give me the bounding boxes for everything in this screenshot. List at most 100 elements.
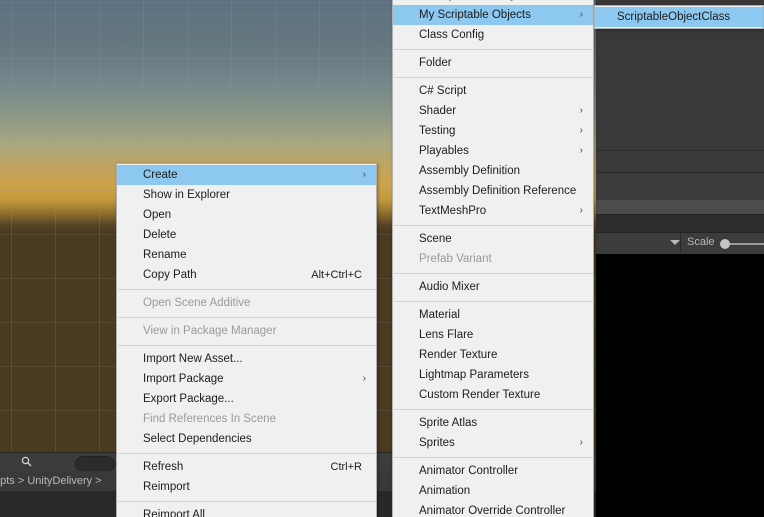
create-menu-item-render-texture[interactable]: Render Texture <box>393 345 593 365</box>
menu-item-label: Assembly Definition Reference <box>419 185 577 197</box>
menu-item-label: Select Dependencies <box>143 433 252 445</box>
menu-item-label: ScriptableObjectClass <box>617 11 731 23</box>
menu-separator <box>394 409 593 410</box>
menu-item-label: Lens Flare <box>419 329 474 341</box>
create-menu-item-animator-controller[interactable]: Animator Controller <box>393 461 593 481</box>
chevron-right-icon: › <box>579 205 583 216</box>
menu-item-label: Open Scene Additive <box>143 297 251 309</box>
menu-item-label: Audio Mixer <box>419 281 480 293</box>
context-menu-item-refresh[interactable]: Refresh Ctrl+R <box>117 457 376 477</box>
context-menu-item-view-in-package-manager: View in Package Manager <box>117 321 376 341</box>
context-menu-item-copy-path[interactable]: Copy Path Alt+Ctrl+C <box>117 265 376 285</box>
menu-item-label: Material <box>419 309 460 321</box>
create-menu-item-sprites[interactable]: Sprites › <box>393 433 593 453</box>
menu-item-label: Sprites <box>419 437 455 449</box>
right-panel-selected-row[interactable] <box>596 200 764 214</box>
context-menu-item-select-dependencies[interactable]: Select Dependencies <box>117 429 376 449</box>
menu-item-label: Shader <box>419 105 457 117</box>
menu-item-label: Lightmap Parameters <box>419 369 529 381</box>
menu-separator <box>118 453 376 454</box>
menu-item-label: Create <box>143 169 178 181</box>
menu-item-label: Reimport <box>143 481 190 493</box>
create-menu-item-prefab-variant: Prefab Variant <box>393 249 593 269</box>
menu-item-label: Class Config <box>419 29 485 41</box>
menu-item-label: Open <box>143 209 172 221</box>
menu-item-label: View in Package Manager <box>143 325 277 337</box>
menu-item-label: Enemy Unit Configs <box>419 0 521 1</box>
menu-separator <box>394 49 593 50</box>
create-menu-item-material[interactable]: Material <box>393 305 593 325</box>
create-menu-item-custom-render-texture[interactable]: Custom Render Texture <box>393 385 593 405</box>
create-menu-item-animation[interactable]: Animation <box>393 481 593 501</box>
chevron-down-icon[interactable] <box>670 240 680 245</box>
menu-item-label: Import Package <box>143 373 224 385</box>
asset-context-menu[interactable]: Create › Show in Explorer Open Delete Rename C… <box>116 163 377 517</box>
context-menu-item-reimport[interactable]: Reimport <box>117 477 376 497</box>
context-menu-item-reimport-all[interactable]: Reimport All <box>117 505 376 517</box>
create-menu-item-lightmap-parameters[interactable]: Lightmap Parameters <box>393 365 593 385</box>
create-menu-item-testing[interactable]: Testing › <box>393 121 593 141</box>
create-menu-item-sprite-atlas[interactable]: Sprite Atlas <box>393 413 593 433</box>
right-panel-band-4 <box>596 172 764 200</box>
menu-separator <box>394 457 593 458</box>
create-menu-item-textmeshpro[interactable]: TextMeshPro › <box>393 201 593 221</box>
menu-item-label: Rename <box>143 249 187 261</box>
create-submenu[interactable]: Enemy Unit Configs › My Scriptable Objects… <box>392 0 594 517</box>
create-menu-item-scene[interactable]: Scene <box>393 229 593 249</box>
create-menu-item-playables[interactable]: Playables › <box>393 141 593 161</box>
context-menu-item-find-references-in-scene: Find References In Scene <box>117 409 376 429</box>
create-menu-item-my-scriptable-objects[interactable]: My Scriptable Objects › <box>393 5 593 25</box>
menu-item-label: Import New Asset... <box>143 353 243 365</box>
menu-separator <box>118 501 376 502</box>
scale-slider-knob[interactable] <box>720 239 730 249</box>
menu-item-label: My Scriptable Objects <box>419 9 531 21</box>
menu-item-label: Assembly Definition <box>419 165 520 177</box>
menu-separator <box>394 225 593 226</box>
right-panel-band-2 <box>596 26 764 150</box>
context-menu-item-import-package[interactable]: Import Package › <box>117 369 376 389</box>
search-input[interactable] <box>75 456 115 472</box>
right-panel-column <box>596 0 764 517</box>
context-menu-item-create[interactable]: Create › <box>117 165 376 185</box>
context-menu-item-import-new-asset[interactable]: Import New Asset... <box>117 349 376 369</box>
menu-separator <box>394 301 593 302</box>
context-menu-item-export-package[interactable]: Export Package... <box>117 389 376 409</box>
menu-item-shortcut: Ctrl+R <box>330 461 362 473</box>
create-menu-item-lens-flare[interactable]: Lens Flare <box>393 325 593 345</box>
menu-item-shortcut: Alt+Ctrl+C <box>311 269 362 281</box>
menu-item-label: Find References In Scene <box>143 413 276 425</box>
menu-item-label: Reimport All <box>143 509 205 517</box>
menu-item-label: Animation <box>419 485 471 497</box>
right-panel-band-3 <box>596 150 764 172</box>
create-menu-item-shader[interactable]: Shader › <box>393 101 593 121</box>
create-menu-item-animator-override-controller[interactable]: Animator Override Controller <box>393 501 593 517</box>
menu-item-label: TextMeshPro <box>419 205 487 217</box>
scriptable-menu-item-scriptableobjectclass[interactable]: ScriptableObjectClass <box>595 7 763 27</box>
create-menu-item-c-script[interactable]: C# Script <box>393 81 593 101</box>
create-menu-item-audio-mixer[interactable]: Audio Mixer <box>393 277 593 297</box>
menu-item-label: Scene <box>419 233 452 245</box>
toolbar-divider <box>680 233 681 253</box>
menu-item-label: Custom Render Texture <box>419 389 541 401</box>
chevron-right-icon: › <box>579 105 583 116</box>
context-menu-item-open[interactable]: Open <box>117 205 376 225</box>
context-menu-item-rename[interactable]: Rename <box>117 245 376 265</box>
scale-label: Scale <box>687 236 715 248</box>
chevron-right-icon: › <box>362 169 366 180</box>
menu-item-label: Playables <box>419 145 469 157</box>
chevron-right-icon: › <box>579 145 583 156</box>
context-menu-item-show-in-explorer[interactable]: Show in Explorer <box>117 185 376 205</box>
chevron-right-icon: › <box>362 373 366 384</box>
my-scriptable-objects-submenu[interactable]: ScriptableObjectClass <box>594 5 764 29</box>
context-menu-item-delete[interactable]: Delete <box>117 225 376 245</box>
create-menu-item-folder[interactable]: Folder <box>393 53 593 73</box>
breadcrumb-text: ripts > UnityDelivery > <box>0 475 102 487</box>
right-panel-empty-area <box>596 254 764 517</box>
right-panel-band-6 <box>596 214 764 232</box>
menu-item-label: Show in Explorer <box>143 189 230 201</box>
menu-item-label: Delete <box>143 229 177 241</box>
create-menu-item-class-config[interactable]: Class Config <box>393 25 593 45</box>
menu-separator <box>118 289 376 290</box>
create-menu-item-assembly-definition-reference[interactable]: Assembly Definition Reference <box>393 181 593 201</box>
create-menu-item-assembly-definition[interactable]: Assembly Definition <box>393 161 593 181</box>
